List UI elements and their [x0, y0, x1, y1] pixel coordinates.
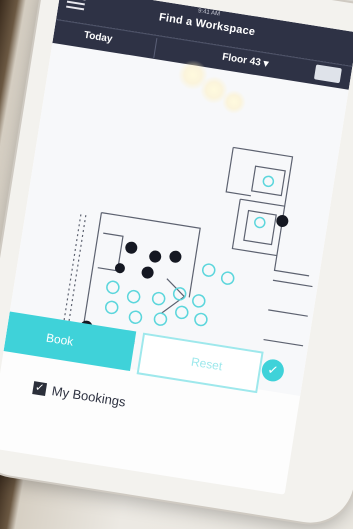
- occupied-desk[interactable]: [169, 250, 183, 264]
- available-desk[interactable]: [194, 312, 208, 327]
- available-desk[interactable]: [128, 310, 143, 324]
- available-desk[interactable]: [201, 263, 216, 277]
- checkmark-icon[interactable]: ✓: [260, 357, 286, 383]
- occupied-desk[interactable]: [148, 250, 162, 264]
- available-desk[interactable]: [254, 216, 266, 229]
- available-desk[interactable]: [220, 271, 235, 285]
- my-bookings-label: My Bookings: [50, 383, 127, 410]
- phone-screen: 9:41 AM Find a Workspace Today Floor 43 …: [0, 0, 353, 495]
- available-desk[interactable]: [151, 291, 166, 306]
- floor-dropdown[interactable]: Floor 43 ▾: [221, 52, 269, 70]
- meeting-table: [250, 165, 286, 197]
- available-desk[interactable]: [106, 280, 120, 295]
- available-desk[interactable]: [153, 312, 168, 326]
- available-desk[interactable]: [192, 294, 206, 308]
- book-button-label: Book: [45, 330, 75, 349]
- occupied-desk[interactable]: [124, 241, 138, 255]
- occupied-desk[interactable]: [114, 262, 125, 274]
- wall-outline: [263, 279, 313, 347]
- wall-outline: [225, 147, 251, 197]
- wall-outline: [233, 146, 310, 277]
- header-toggle-button[interactable]: [313, 64, 342, 84]
- tab-today[interactable]: Today: [83, 30, 113, 45]
- light-reflection: [222, 90, 246, 114]
- available-desk[interactable]: [104, 300, 119, 315]
- available-desk[interactable]: [172, 287, 187, 301]
- my-bookings-toggle[interactable]: ✓ My Bookings: [31, 378, 127, 410]
- available-desk[interactable]: [126, 289, 141, 304]
- tab-divider: [153, 38, 158, 58]
- available-desk[interactable]: [262, 175, 275, 188]
- occupied-desk[interactable]: [141, 266, 155, 280]
- available-desk[interactable]: [175, 305, 189, 320]
- reset-button-label: Reset: [190, 354, 224, 374]
- occupied-desk[interactable]: [275, 214, 289, 228]
- phone-device: 9:41 AM Find a Workspace Today Floor 43 …: [0, 0, 353, 529]
- my-bookings-checkbox[interactable]: ✓: [32, 381, 48, 397]
